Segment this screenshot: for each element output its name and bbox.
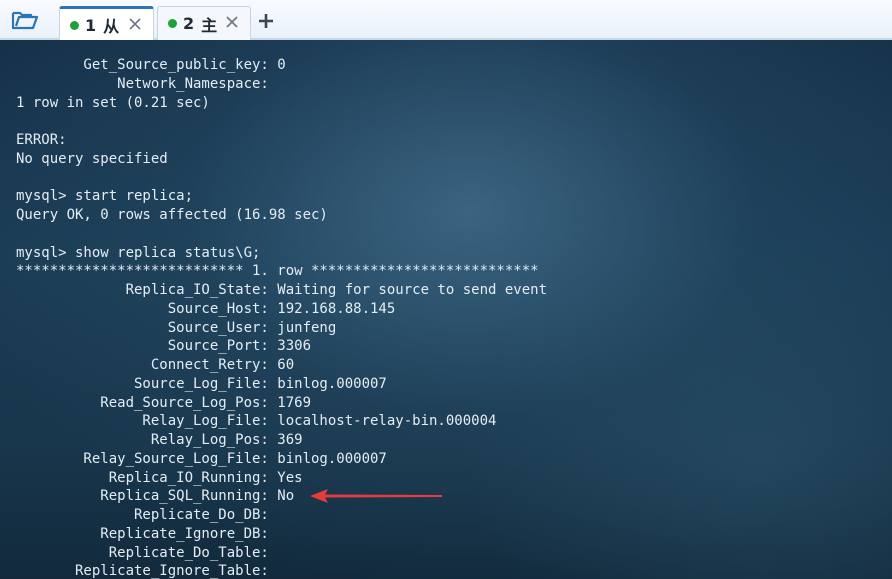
terminal-line: *************************** 1. row *****…	[16, 263, 539, 280]
tab-bar: 1 从 2 主	[0, 0, 892, 41]
terminal-line: Replicate_Do_Table:	[16, 544, 269, 561]
terminal-line: Replicate_Ignore_DB:	[16, 525, 269, 542]
terminal-line: Network_Namespace:	[16, 75, 269, 92]
folder-open-icon	[11, 11, 39, 30]
terminal-line: mysql> show replica status\G;	[16, 244, 261, 261]
terminal-line: Relay_Log_File: localhost-relay-bin.0000…	[16, 413, 497, 430]
terminal-output[interactable]: Get_Source_public_key: 0 Network_Namespa…	[0, 40, 892, 579]
terminal-line: Replica_IO_Running: Yes	[16, 469, 303, 486]
terminal-line: Source_Log_File: binlog.000007	[16, 375, 387, 392]
connected-dot-icon	[168, 19, 177, 28]
close-icon[interactable]	[127, 16, 143, 32]
terminal-line: Source_Host: 192.168.88.145	[16, 300, 396, 317]
open-session-button[interactable]	[8, 8, 42, 32]
terminal-line: Source_User: junfeng	[16, 319, 337, 336]
terminal-line: Get_Source_public_key: 0	[16, 57, 286, 73]
plus-icon[interactable]	[257, 12, 275, 30]
tab-number: 2	[183, 14, 196, 33]
tab-title: 从	[103, 17, 121, 36]
terminal-line: Connect_Retry: 60	[16, 357, 295, 373]
terminal-line: Replicate_Ignore_Table:	[16, 563, 269, 579]
terminal-line: ERROR:	[16, 132, 67, 148]
terminal-app-window: 1 从 2 主 Get_Source_public_key: 0 Network…	[0, 0, 892, 579]
close-icon[interactable]	[224, 14, 240, 30]
red-arrow-annotation	[310, 489, 442, 503]
terminal-line: Query OK, 0 rows affected (16.98 sec)	[16, 207, 328, 223]
terminal-line: Relay_Log_Pos: 369	[16, 432, 303, 448]
terminal-line: Relay_Source_Log_File: binlog.000007	[16, 450, 387, 467]
terminal-line: Replica_IO_State: Waiting for source to …	[16, 282, 548, 298]
terminal-line: mysql> start replica;	[16, 188, 194, 205]
tab-session-1[interactable]: 1 从	[59, 6, 154, 41]
terminal-line: Source_Port: 3306	[16, 338, 312, 355]
terminal-line: No query specified	[16, 150, 168, 167]
tab-session-2[interactable]: 2 主	[157, 6, 251, 40]
connected-dot-icon	[70, 20, 79, 30]
terminal-line: 1 row in set (0.21 sec)	[16, 94, 210, 111]
tab-title: 主	[201, 15, 219, 35]
terminal-line: Replicate_Do_DB:	[16, 507, 269, 523]
terminal-line: Replica_SQL_Running: No	[16, 488, 295, 505]
terminal-lines: Get_Source_public_key: 0 Network_Namespa…	[16, 56, 547, 579]
terminal-line: Read_Source_Log_Pos: 1769	[16, 394, 312, 411]
tab-number: 1	[85, 15, 98, 35]
